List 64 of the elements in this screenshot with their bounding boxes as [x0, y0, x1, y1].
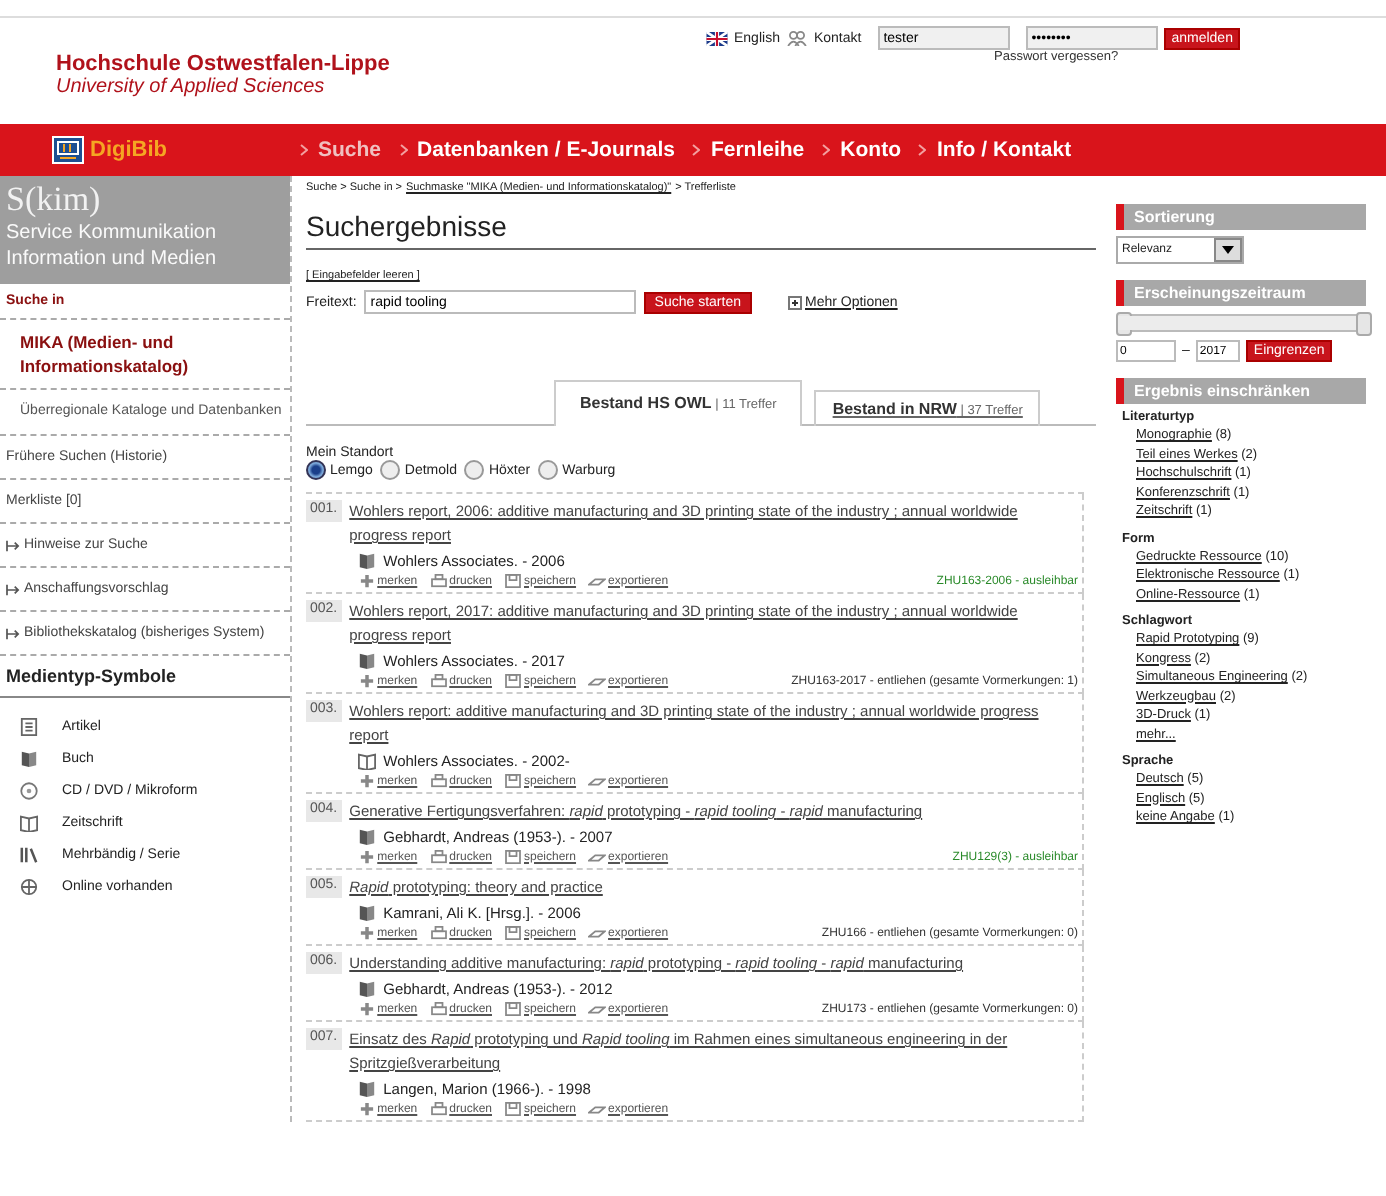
plus-icon [357, 926, 376, 940]
radio-button[interactable] [306, 460, 326, 480]
external-arrow-icon [6, 627, 20, 639]
article-icon [20, 717, 38, 735]
book-icon [20, 749, 38, 767]
filter-header: Ergebnis einschränken [1134, 382, 1311, 400]
export-icon [588, 774, 607, 788]
chevron-icon [822, 144, 831, 156]
external-arrow-icon [6, 539, 20, 551]
external-arrow-icon [6, 583, 20, 595]
sorting-header: Sortierung [1134, 208, 1215, 226]
printer-icon [429, 674, 448, 688]
export-icon [588, 574, 607, 588]
book-icon [357, 980, 376, 998]
export-icon [588, 850, 607, 864]
book-icon [357, 904, 376, 922]
radio-button[interactable] [380, 460, 401, 480]
service-title: S(kim) [6, 180, 103, 220]
radio-button[interactable] [538, 460, 559, 480]
book-icon [357, 552, 376, 570]
range-slider[interactable] [1116, 314, 1366, 332]
page-heading: Suchergebnisse [306, 210, 1096, 250]
nav-tab[interactable]: Info / Kontakt [936, 138, 1072, 162]
menu-item[interactable]: MIKA (Medien- und Informationskatalog) [20, 330, 284, 378]
online-icon [20, 877, 38, 895]
printer-icon [429, 850, 448, 864]
book-icon [357, 828, 376, 846]
plus-icon [357, 1002, 376, 1016]
plus-icon [357, 574, 376, 588]
people-icon [785, 30, 808, 46]
printer-icon [429, 1002, 448, 1016]
plus-icon [357, 674, 376, 688]
radio-button[interactable] [464, 460, 485, 480]
export-icon [588, 674, 607, 688]
printer-icon [429, 926, 448, 940]
service-subtitle: Service Kommunikation Information und Medien [6, 220, 219, 272]
digibib-logo-text: DigiBib [90, 138, 167, 162]
export-icon [588, 926, 607, 940]
printer-icon [429, 1102, 448, 1116]
journal-icon [20, 813, 38, 831]
chevron-icon [918, 144, 927, 156]
book-icon [357, 652, 376, 670]
export-icon [588, 1102, 607, 1116]
printer-icon [429, 574, 448, 588]
book-icon [357, 1080, 376, 1098]
flag-icon [706, 31, 728, 45]
university-subtitle: University of Applied Sciences [56, 76, 327, 98]
university-name: Hochschule Ostwestfalen-Lippe [56, 52, 390, 76]
plus-icon [357, 850, 376, 864]
plus-icon [357, 1102, 376, 1116]
chevron-icon [692, 144, 701, 156]
chevron-icon [300, 144, 308, 156]
plus-icon [357, 774, 376, 788]
nav-tab[interactable]: Konto [840, 138, 901, 162]
nav-tab[interactable]: Fernleihe [710, 138, 805, 162]
chevron-icon [399, 144, 408, 156]
nav-tab[interactable]: Datenbanken / E-Journals [417, 138, 675, 162]
export-icon [588, 1002, 607, 1016]
expand-icon [787, 295, 801, 309]
disc-icon [20, 781, 38, 799]
printer-icon [429, 774, 448, 788]
media-types-heading: Medientyp-Symbole [6, 666, 177, 686]
library-logo-icon [52, 136, 84, 164]
period-header: Erscheinungszeitraum [1134, 284, 1306, 302]
